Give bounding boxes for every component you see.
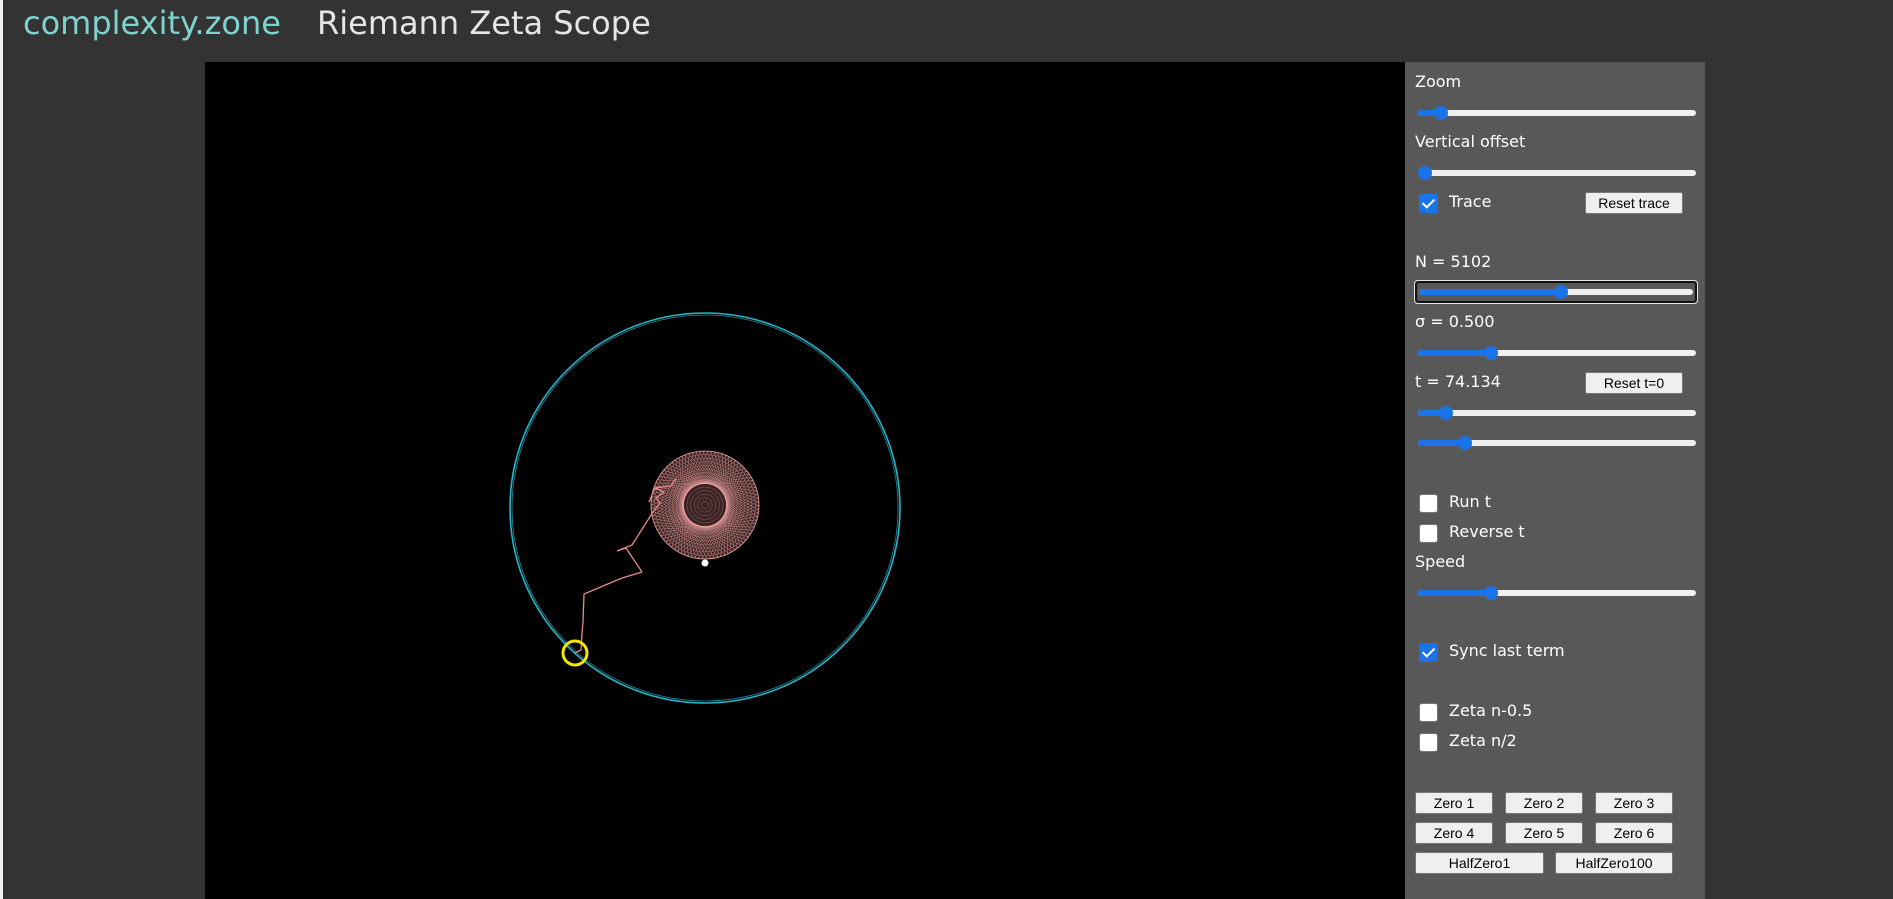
t-fine-slider[interactable]: [1418, 433, 1696, 453]
speed-label: Speed: [1415, 552, 1466, 571]
trace-checkbox[interactable]: [1419, 194, 1438, 213]
zero-4-button[interactable]: Zero 4: [1415, 822, 1493, 844]
sigma-label: σ = 0.500: [1415, 312, 1495, 331]
vertical-offset-label: Vertical offset: [1415, 132, 1526, 151]
half-zero-1-button[interactable]: HalfZero1: [1415, 852, 1544, 874]
header: complexity.zone Riemann Zeta Scope: [0, 0, 1893, 62]
page-title: Riemann Zeta Scope: [317, 4, 651, 42]
zero-6-button[interactable]: Zero 6: [1595, 822, 1673, 844]
control-panel: Zoom Vertical offset Trace Reset trace N…: [1405, 62, 1705, 899]
zoom-slider[interactable]: [1418, 103, 1696, 123]
t-coarse-slider[interactable]: [1418, 403, 1696, 423]
n-slider[interactable]: [1414, 280, 1698, 304]
zeta-n-half-offset-label: Zeta n-0.5: [1449, 701, 1533, 720]
reverse-t-checkbox[interactable]: [1419, 524, 1438, 543]
zeta-n-over-2-checkbox[interactable]: [1419, 733, 1438, 752]
partial-sum-spiral: [650, 450, 760, 560]
sync-last-term-checkbox[interactable]: [1419, 643, 1438, 662]
origin-dot: [701, 559, 709, 567]
zeta-n-half-offset-checkbox[interactable]: [1419, 703, 1438, 722]
zero-3-button[interactable]: Zero 3: [1595, 792, 1673, 814]
vertical-offset-slider[interactable]: [1418, 163, 1696, 183]
trace-label: Trace: [1449, 192, 1492, 211]
run-t-label: Run t: [1449, 492, 1492, 511]
zero-1-button[interactable]: Zero 1: [1415, 792, 1493, 814]
run-t-checkbox[interactable]: [1419, 494, 1438, 513]
zeta-n-over-2-label: Zeta n/2: [1449, 731, 1517, 750]
t-label: t = 74.134: [1415, 372, 1501, 391]
zero-2-button[interactable]: Zero 2: [1505, 792, 1583, 814]
zoom-label: Zoom: [1415, 72, 1462, 91]
sigma-slider[interactable]: [1418, 343, 1696, 363]
reverse-t-label: Reverse t: [1449, 522, 1525, 541]
reset-trace-button[interactable]: Reset trace: [1585, 192, 1683, 214]
speed-slider[interactable]: [1418, 583, 1696, 603]
zero-5-button[interactable]: Zero 5: [1505, 822, 1583, 844]
zeta-scope-canvas[interactable]: [205, 62, 1405, 899]
window-edge: [0, 0, 3, 899]
brand-link[interactable]: complexity.zone: [23, 4, 281, 42]
half-zero-100-button[interactable]: HalfZero100: [1555, 852, 1673, 874]
n-label: N = 5102: [1415, 252, 1492, 271]
reset-t-button[interactable]: Reset t=0: [1585, 372, 1683, 394]
sync-last-term-label: Sync last term: [1449, 641, 1565, 660]
